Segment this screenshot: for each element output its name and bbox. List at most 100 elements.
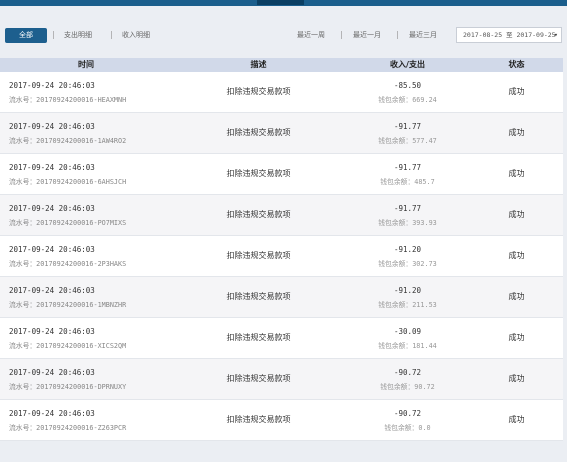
row-amount: -91.77	[393, 163, 422, 172]
table-header: 时间 描述 收入/支出 状态	[0, 58, 563, 72]
row-desc: 扣除违规交易款项	[226, 415, 291, 424]
status-cell: 成功	[470, 154, 563, 194]
last-three-months-link[interactable]: 最近三月	[409, 29, 437, 41]
row-desc: 扣除违规交易款项	[226, 210, 291, 219]
desc-cell: 扣除违规交易款项	[172, 400, 345, 440]
header-amount: 收入/支出	[390, 60, 425, 69]
transactions-table: 时间 描述 收入/支出 状态 2017-09-24 20:46:03 流水号：2…	[0, 58, 563, 441]
status-cell: 成功	[470, 400, 563, 440]
row-balance: 钱包余额：90.72	[380, 383, 435, 391]
row-amount: -85.50	[393, 81, 422, 90]
amount-cell: -30.09 钱包余额：181.44	[345, 318, 470, 358]
row-time: 2017-09-24 20:46:03	[9, 245, 95, 254]
row-status: 成功	[508, 169, 525, 178]
row-amount: -30.09	[393, 327, 422, 336]
status-cell: 成功	[470, 236, 563, 276]
row-status: 成功	[508, 251, 525, 260]
date-range-value: 2017-08-25 至 2017-09-25	[463, 31, 556, 39]
row-balance: 钱包余额：393.93	[378, 219, 437, 227]
table-row[interactable]: 2017-09-24 20:46:03 流水号：20170924200016-1…	[0, 277, 563, 318]
amount-cell: -91.20 钱包余额：211.53	[345, 277, 470, 317]
row-amount: -91.20	[393, 245, 422, 254]
row-status: 成功	[508, 292, 525, 301]
row-balance: 钱包余额：485.7	[380, 178, 435, 186]
amount-cell: -91.20 钱包余额：302.73	[345, 236, 470, 276]
row-status: 成功	[508, 128, 525, 137]
row-desc: 扣除违规交易款项	[226, 292, 291, 301]
filter-expense-link[interactable]: 支出明细	[64, 29, 92, 41]
row-amount: -91.77	[393, 204, 422, 213]
row-status: 成功	[508, 415, 525, 424]
status-cell: 成功	[470, 195, 563, 235]
desc-cell: 扣除违规交易款项	[172, 154, 345, 194]
table-row[interactable]: 2017-09-24 20:46:03 流水号：20170924200016-X…	[0, 318, 563, 359]
top-bar-active-tab[interactable]	[257, 0, 304, 5]
row-amount: -90.72	[393, 409, 422, 418]
row-time: 2017-09-24 20:46:03	[9, 204, 95, 213]
row-balance: 钱包余额：669.24	[378, 96, 437, 104]
desc-cell: 扣除违规交易款项	[172, 72, 345, 112]
row-desc: 扣除违规交易款项	[226, 333, 291, 342]
filter-income-link[interactable]: 收入明细	[122, 29, 150, 41]
time-cell: 2017-09-24 20:46:03 流水号：20170924200016-1…	[0, 277, 172, 317]
filter-separator: |	[52, 30, 55, 39]
row-balance: 钱包余额：577.47	[378, 137, 437, 145]
row-desc: 扣除违规交易款项	[226, 169, 291, 178]
time-cell: 2017-09-24 20:46:03 流水号：20170924200016-X…	[0, 318, 172, 358]
row-status: 成功	[508, 210, 525, 219]
table-row[interactable]: 2017-09-24 20:46:03 流水号：20170924200016-Z…	[0, 400, 563, 441]
status-cell: 成功	[470, 72, 563, 112]
caret-down-icon: ▾	[553, 31, 558, 39]
row-serial: 流水号：20170924200016-Z263PCR	[9, 424, 127, 432]
table-body: 2017-09-24 20:46:03 流水号：20170924200016-H…	[0, 72, 563, 441]
time-cell: 2017-09-24 20:46:03 流水号：20170924200016-H…	[0, 72, 172, 112]
last-week-link[interactable]: 最近一周	[297, 29, 325, 41]
amount-cell: -85.50 钱包余额：669.24	[345, 72, 470, 112]
header-status: 状态	[508, 60, 525, 69]
table-row[interactable]: 2017-09-24 20:46:03 流水号：20170924200016-1…	[0, 113, 563, 154]
row-time: 2017-09-24 20:46:03	[9, 409, 95, 418]
desc-cell: 扣除违规交易款项	[172, 318, 345, 358]
status-cell: 成功	[470, 277, 563, 317]
time-cell: 2017-09-24 20:46:03 流水号：20170924200016-2…	[0, 236, 172, 276]
filter-separator: |	[340, 30, 343, 39]
table-row[interactable]: 2017-09-24 20:46:03 流水号：20170924200016-P…	[0, 195, 563, 236]
row-balance: 钱包余额：211.53	[378, 301, 437, 309]
amount-cell: -91.77 钱包余额：485.7	[345, 154, 470, 194]
row-desc: 扣除违规交易款项	[226, 374, 291, 383]
row-amount: -91.77	[393, 122, 422, 131]
row-time: 2017-09-24 20:46:03	[9, 368, 95, 377]
row-serial: 流水号：20170924200016-HEAXMNH	[9, 96, 127, 104]
last-month-link[interactable]: 最近一月	[353, 29, 381, 41]
desc-cell: 扣除违规交易款项	[172, 359, 345, 399]
filter-separator: |	[396, 30, 399, 39]
row-status: 成功	[508, 374, 525, 383]
date-range-picker[interactable]: 2017-08-25 至 2017-09-25 ▾	[456, 27, 562, 43]
row-balance: 钱包余额：302.73	[378, 260, 437, 268]
table-row[interactable]: 2017-09-24 20:46:03 流水号：20170924200016-6…	[0, 154, 563, 195]
time-cell: 2017-09-24 20:46:03 流水号：20170924200016-Z…	[0, 400, 172, 440]
status-cell: 成功	[470, 113, 563, 153]
row-time: 2017-09-24 20:46:03	[9, 81, 95, 90]
row-desc: 扣除违规交易款项	[226, 251, 291, 260]
row-serial: 流水号：20170924200016-PO7MIXS	[9, 219, 127, 227]
row-balance: 钱包余额：181.44	[378, 342, 437, 350]
time-cell: 2017-09-24 20:46:03 流水号：20170924200016-1…	[0, 113, 172, 153]
amount-cell: -90.72 钱包余额：90.72	[345, 359, 470, 399]
amount-cell: -90.72 钱包余额：0.0	[345, 400, 470, 440]
table-row[interactable]: 2017-09-24 20:46:03 流水号：20170924200016-2…	[0, 236, 563, 277]
row-serial: 流水号：20170924200016-1MBNZHR	[9, 301, 127, 309]
header-time: 时间	[78, 60, 94, 69]
status-cell: 成功	[470, 359, 563, 399]
desc-cell: 扣除违规交易款项	[172, 236, 345, 276]
status-cell: 成功	[470, 318, 563, 358]
row-amount: -91.20	[393, 286, 422, 295]
table-row[interactable]: 2017-09-24 20:46:03 流水号：20170924200016-D…	[0, 359, 563, 400]
filter-all-button[interactable]: 全部	[5, 28, 47, 43]
time-cell: 2017-09-24 20:46:03 流水号：20170924200016-6…	[0, 154, 172, 194]
table-row[interactable]: 2017-09-24 20:46:03 流水号：20170924200016-H…	[0, 72, 563, 113]
time-cell: 2017-09-24 20:46:03 流水号：20170924200016-P…	[0, 195, 172, 235]
row-serial: 流水号：20170924200016-DPRNUXY	[9, 383, 127, 391]
top-bar	[0, 0, 567, 6]
filter-separator: |	[110, 30, 113, 39]
